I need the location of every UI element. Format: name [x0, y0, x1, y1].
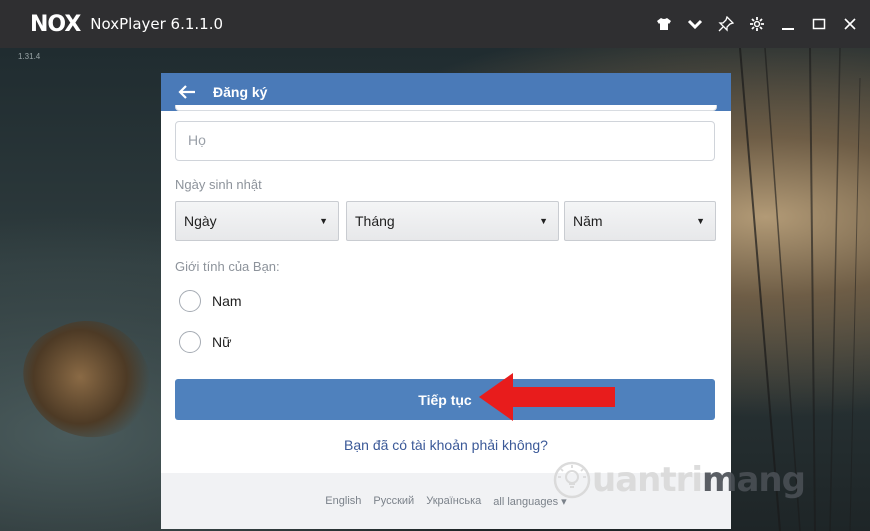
- version-tag: 1.31.4: [18, 52, 41, 61]
- language-link-english[interactable]: English: [325, 495, 361, 507]
- dialog-title: Đăng ký: [213, 84, 268, 100]
- gear-icon[interactable]: [743, 10, 771, 38]
- red-arrow-annotation-icon: [479, 373, 615, 421]
- previous-field-edge: [175, 105, 717, 111]
- language-link-russian[interactable]: Русский: [373, 495, 414, 507]
- dialog-header: Đăng ký: [161, 73, 731, 111]
- day-select[interactable]: Ngày ▼: [175, 201, 339, 241]
- caret-down-icon: ▼: [539, 216, 548, 226]
- birthday-label: Ngày sinh nhật: [175, 177, 262, 192]
- year-select[interactable]: Năm ▼: [564, 201, 716, 241]
- background-parachute-lines: [739, 48, 861, 531]
- watermark-text: uantrimang: [592, 460, 806, 500]
- gender-option-label: Nữ: [212, 334, 232, 350]
- radio-button[interactable]: [179, 290, 201, 312]
- back-arrow-icon[interactable]: [177, 82, 197, 102]
- month-select[interactable]: Tháng ▼: [346, 201, 559, 241]
- nox-logo: NOX: [30, 11, 81, 37]
- title-bar: NOX NoxPlayer 6.1.1.0: [0, 0, 870, 48]
- year-select-value: Năm: [573, 213, 603, 229]
- gender-option-male[interactable]: Nam: [179, 290, 242, 312]
- language-link-ukrainian[interactable]: Українська: [426, 495, 481, 507]
- lightbulb-logo-icon: [553, 461, 591, 499]
- watermark-text-light: uantri: [592, 460, 703, 500]
- watermark: uantrimang: [552, 460, 806, 500]
- window-controls: [647, 0, 864, 48]
- month-select-value: Tháng: [355, 213, 395, 229]
- continue-button[interactable]: Tiếp tục: [175, 379, 715, 420]
- radio-button[interactable]: [179, 331, 201, 353]
- minimize-icon[interactable]: [774, 10, 802, 38]
- caret-down-icon: ▼: [696, 216, 705, 226]
- window-title: NoxPlayer 6.1.1.0: [90, 15, 224, 33]
- have-account-link[interactable]: Bạn đã có tài khoản phải không?: [161, 437, 731, 453]
- gender-label: Giới tính của Bạn:: [175, 259, 280, 274]
- watermark-text-dark: mang: [702, 460, 806, 500]
- gender-option-label: Nam: [212, 293, 242, 309]
- chevron-down-icon[interactable]: [681, 10, 709, 38]
- gender-option-female[interactable]: Nữ: [179, 331, 231, 353]
- pin-icon[interactable]: [712, 10, 740, 38]
- last-name-input[interactable]: Họ: [175, 121, 715, 161]
- shirt-icon[interactable]: [650, 10, 678, 38]
- close-icon[interactable]: [836, 10, 864, 38]
- caret-down-icon: ▼: [319, 216, 328, 226]
- maximize-icon[interactable]: [805, 10, 833, 38]
- day-select-value: Ngày: [184, 213, 217, 229]
